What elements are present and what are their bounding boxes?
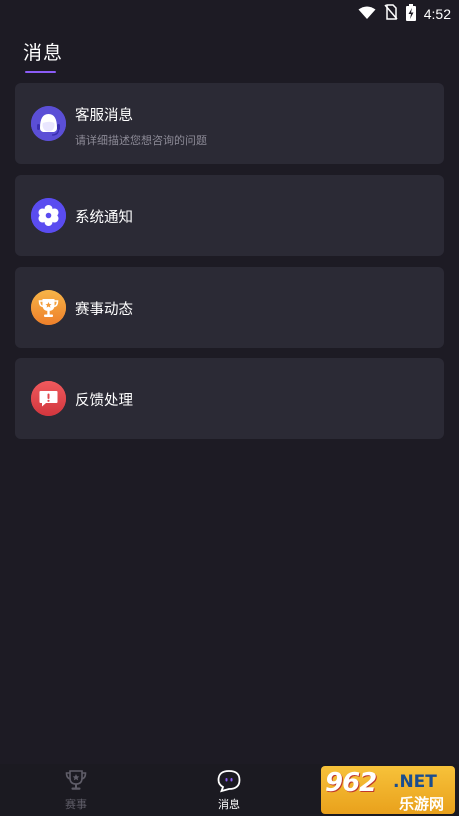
nav-item-events[interactable]: 赛事 [26, 764, 126, 816]
status-icons: 4:52 [358, 3, 451, 25]
nav-item-messages[interactable]: 消息 [179, 764, 279, 816]
message-item-event-updates[interactable]: 赛事动态 [15, 267, 444, 348]
nav-label: 消息 [218, 798, 240, 811]
message-item-customer-service[interactable]: 客服消息 请详细描述您想咨询的问题 [15, 83, 444, 164]
message-item-sublabel: 请详细描述您想咨询的问题 [75, 134, 207, 147]
watermark-suffix: .NET [393, 772, 437, 792]
message-item-label: 系统通知 [75, 210, 133, 226]
page-title: 消息 [23, 42, 64, 64]
message-item-label: 反馈处理 [75, 393, 133, 409]
feedback-icon [31, 381, 66, 416]
nav-label: 赛事 [65, 798, 87, 811]
message-item-feedback[interactable]: 反馈处理 [15, 358, 444, 439]
battery-charging-icon [405, 3, 416, 25]
message-item-system-notice[interactable]: 系统通知 [15, 175, 444, 256]
status-bar: 4:52 [0, 0, 459, 28]
watermark-number: 962 [325, 768, 377, 798]
trophy-outline-icon [62, 768, 90, 794]
watermark-logo: 962 .NET 乐游网 [321, 766, 455, 814]
message-item-label: 客服消息 [75, 108, 133, 124]
customer-service-icon [31, 106, 66, 141]
title-underline [25, 71, 56, 73]
wifi-icon [358, 5, 376, 24]
trophy-icon [31, 290, 66, 325]
watermark-site: 乐游网 [399, 795, 445, 813]
status-time: 4:52 [423, 6, 451, 22]
no-sim-icon [384, 4, 398, 24]
message-item-label: 赛事动态 [75, 302, 133, 318]
chat-bubble-icon [215, 768, 243, 794]
system-notice-icon [31, 198, 66, 233]
